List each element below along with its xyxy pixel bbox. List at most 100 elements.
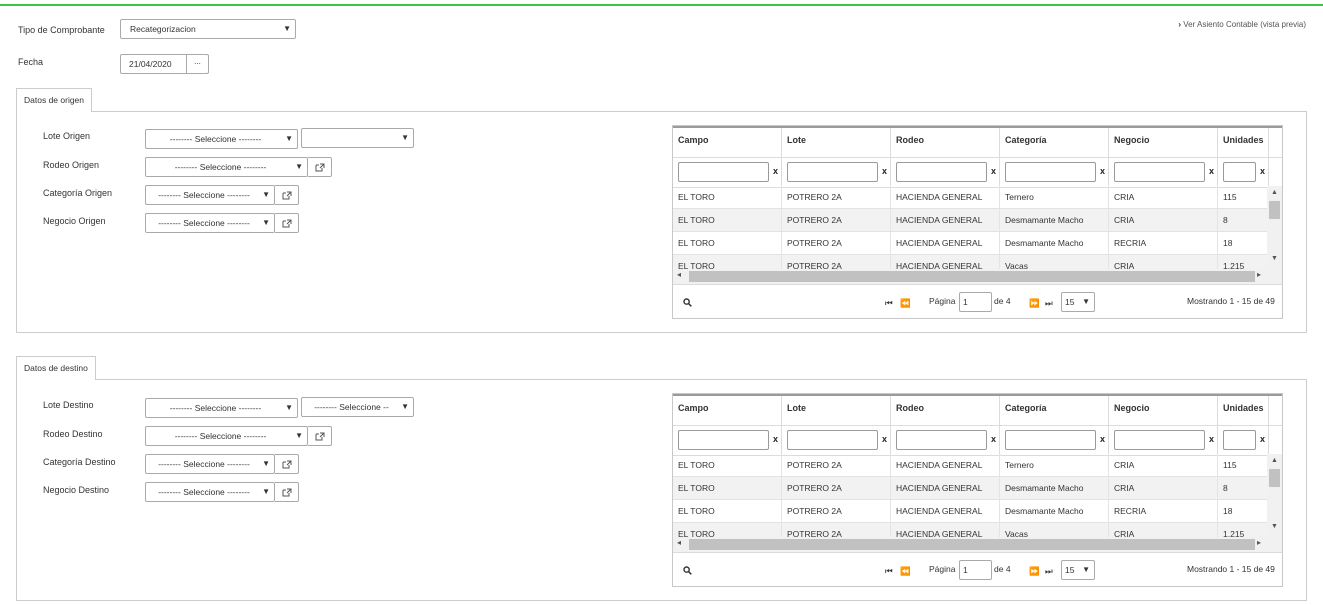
column-filter-input[interactable] [678, 162, 769, 182]
negocio-origen-open-button[interactable] [275, 213, 299, 233]
column-header[interactable]: Unidades x [1218, 128, 1269, 188]
column-filter-input[interactable] [1114, 162, 1205, 182]
column-header[interactable]: Unidades x [1218, 396, 1269, 456]
clear-filter-button[interactable]: x [1209, 166, 1214, 176]
column-header[interactable]: Rodeo x [891, 128, 1000, 188]
scroll-down-icon[interactable]: ▼ [1271, 523, 1278, 530]
tipo-select[interactable]: Recategorizacion ▼ [120, 19, 296, 39]
rodeo-destino-select[interactable]: -------- Seleccione -------- ▼ [145, 426, 308, 446]
horizontal-scrollbar[interactable]: ◂ ▸ [673, 269, 1269, 284]
scroll-right-icon[interactable]: ▸ [1257, 270, 1261, 279]
column-filter-input[interactable] [1005, 430, 1096, 450]
search-icon[interactable] [683, 566, 692, 575]
first-page-icon[interactable]: ⏮ [885, 298, 893, 309]
scroll-thumb[interactable] [1269, 469, 1280, 487]
column-title: Negocio [1114, 403, 1150, 413]
column-filter-input[interactable] [787, 430, 878, 450]
fecha-picker-button[interactable]: ... [186, 54, 209, 74]
clear-filter-button[interactable]: x [1209, 434, 1214, 444]
table-row[interactable]: EL TORO POTRERO 2A HACIENDA GENERAL Vacas CR… [673, 255, 1269, 269]
scroll-up-icon[interactable]: ▲ [1271, 189, 1278, 196]
clear-filter-button[interactable]: x [991, 166, 996, 176]
scroll-left-icon[interactable]: ◂ [677, 538, 681, 547]
clear-filter-button[interactable]: x [773, 434, 778, 444]
negocio-destino-open-button[interactable] [275, 482, 299, 502]
vertical-scrollbar[interactable]: ▲ ▼ [1267, 454, 1282, 537]
next-page-icon[interactable]: ⏩ [1029, 566, 1040, 577]
clear-filter-button[interactable]: x [882, 166, 887, 176]
table-row[interactable]: EL TORO POTRERO 2A HACIENDA GENERAL Ternero… [673, 454, 1269, 477]
negocio-origen-label: Negocio Origen [43, 216, 106, 226]
column-filter-input[interactable] [787, 162, 878, 182]
clear-filter-button[interactable]: x [1100, 434, 1105, 444]
scroll-up-icon[interactable]: ▲ [1271, 457, 1278, 464]
rodeo-origen-select[interactable]: -------- Seleccione -------- ▼ [145, 157, 308, 177]
first-page-icon[interactable]: ⏮ [885, 566, 893, 577]
column-header[interactable]: Campo x [673, 128, 782, 188]
tab-datos-destino[interactable]: Datos de destino [16, 356, 96, 380]
last-page-icon[interactable]: ⏭ [1045, 566, 1053, 577]
clear-filter-button[interactable]: x [991, 434, 996, 444]
lote-origen-select[interactable]: -------- Seleccione -------- ▼ [145, 129, 298, 149]
column-filter-input[interactable] [1114, 430, 1205, 450]
table-row[interactable]: EL TORO POTRERO 2A HACIENDA GENERAL Desmama… [673, 500, 1269, 523]
scroll-left-icon[interactable]: ◂ [677, 270, 681, 279]
column-header[interactable]: Categoría x [1000, 128, 1109, 188]
column-header[interactable]: Negocio x [1109, 396, 1218, 456]
column-filter-input[interactable] [1223, 162, 1256, 182]
clear-filter-button[interactable]: x [1260, 166, 1265, 176]
scroll-thumb[interactable] [689, 271, 1255, 282]
column-header[interactable]: Rodeo x [891, 396, 1000, 456]
negocio-origen-select[interactable]: -------- Seleccione -------- ▼ [145, 213, 275, 233]
page-input[interactable]: 1 [959, 560, 992, 580]
column-header[interactable]: Negocio x [1109, 128, 1218, 188]
fecha-input[interactable]: 21/04/2020 [120, 54, 187, 74]
table-row[interactable]: EL TORO POTRERO 2A HACIENDA GENERAL Vacas CR… [673, 523, 1269, 537]
page-size-select[interactable]: 15 ▼ [1061, 292, 1095, 312]
next-page-icon[interactable]: ⏩ [1029, 298, 1040, 309]
table-cell: EL TORO [673, 255, 782, 269]
vertical-scrollbar[interactable]: ▲ ▼ [1267, 186, 1282, 269]
lote-destino-select[interactable]: -------- Seleccione -------- ▼ [145, 398, 298, 418]
scroll-thumb[interactable] [1269, 201, 1280, 219]
table-row[interactable]: EL TORO POTRERO 2A HACIENDA GENERAL Ternero… [673, 186, 1269, 209]
lote-destino-select-2[interactable]: -------- Seleccione -- ▼ [301, 397, 414, 417]
categoria-origen-open-button[interactable] [275, 185, 299, 205]
column-header[interactable]: Lote x [782, 128, 891, 188]
column-filter-input[interactable] [896, 430, 987, 450]
clear-filter-button[interactable]: x [1260, 434, 1265, 444]
rodeo-origen-open-button[interactable] [308, 157, 332, 177]
categoria-destino-open-button[interactable] [275, 454, 299, 474]
table-row[interactable]: EL TORO POTRERO 2A HACIENDA GENERAL Desmama… [673, 209, 1269, 232]
table-row[interactable]: EL TORO POTRERO 2A HACIENDA GENERAL Desmama… [673, 232, 1269, 255]
column-header[interactable]: Campo x [673, 396, 782, 456]
table-row[interactable]: EL TORO POTRERO 2A HACIENDA GENERAL Desmama… [673, 477, 1269, 500]
tab-datos-origen[interactable]: Datos de origen [16, 88, 93, 112]
column-filter-input[interactable] [1223, 430, 1256, 450]
categoria-destino-select[interactable]: -------- Seleccione -------- ▼ [145, 454, 275, 474]
column-filter-input[interactable] [1005, 162, 1096, 182]
page-size-select[interactable]: 15 ▼ [1061, 560, 1095, 580]
column-header[interactable]: Categoría x [1000, 396, 1109, 456]
table-cell: CRIA [1109, 477, 1218, 500]
column-header[interactable]: Lote x [782, 396, 891, 456]
prev-page-icon[interactable]: ⏪ [900, 298, 911, 309]
clear-filter-button[interactable]: x [882, 434, 887, 444]
column-filter-input[interactable] [678, 430, 769, 450]
scroll-down-icon[interactable]: ▼ [1271, 255, 1278, 262]
scroll-thumb[interactable] [689, 539, 1255, 550]
last-page-icon[interactable]: ⏭ [1045, 298, 1053, 309]
page-input[interactable]: 1 [959, 292, 992, 312]
prev-page-icon[interactable]: ⏪ [900, 566, 911, 577]
column-filter-input[interactable] [896, 162, 987, 182]
categoria-origen-select[interactable]: -------- Seleccione -------- ▼ [145, 185, 275, 205]
ver-asiento-link[interactable]: › Ver Asiento Contable (vista previa) [1178, 20, 1306, 29]
rodeo-destino-open-button[interactable] [308, 426, 332, 446]
negocio-destino-select[interactable]: -------- Seleccione -------- ▼ [145, 482, 275, 502]
search-icon[interactable] [683, 298, 692, 307]
scroll-right-icon[interactable]: ▸ [1257, 538, 1261, 547]
horizontal-scrollbar[interactable]: ◂ ▸ [673, 537, 1269, 552]
clear-filter-button[interactable]: x [773, 166, 778, 176]
lote-origen-select-2[interactable]: ▼ [301, 128, 414, 148]
clear-filter-button[interactable]: x [1100, 166, 1105, 176]
